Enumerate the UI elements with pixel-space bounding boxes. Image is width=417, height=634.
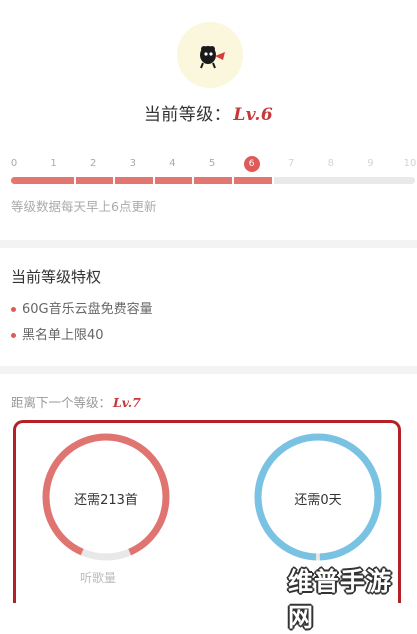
privilege-item: 60G音乐云盘免费容量 <box>11 298 153 317</box>
level-tick: 0 <box>10 158 18 169</box>
level-tick: 7 <box>288 158 295 169</box>
level-bar-segment-gap <box>192 177 195 184</box>
next-level-value: Lv.7 <box>113 395 141 410</box>
songs-remaining-text: 还需213首 <box>74 493 138 508</box>
bullet-icon <box>11 307 16 312</box>
songs-caption: 听歌量 <box>80 571 117 585</box>
privilege-heading: 当前等级特权 <box>11 268 102 286</box>
level-tick: 10 <box>403 158 417 169</box>
level-tick: 8 <box>327 158 334 169</box>
days-progress-ring: 还需0天 <box>248 427 388 567</box>
level-tick: 9 <box>367 158 374 169</box>
avatar-character-icon <box>200 46 225 69</box>
level-tick: 5 <box>208 158 216 169</box>
next-level-label: 距离下一个等级： <box>11 395 112 410</box>
current-level-title: 当前等级： Lv.6 <box>0 100 417 125</box>
level-progress-bar <box>11 177 415 184</box>
level-bar-segment-gap <box>232 177 234 184</box>
level-tick-current: 6 <box>243 156 260 172</box>
avatar <box>177 22 243 88</box>
bullet-icon <box>11 333 16 338</box>
songs-progress-ring: 还需213首 <box>36 427 176 567</box>
privilege-item-text: 黑名单上限40 <box>22 328 104 343</box>
level-tick: 4 <box>169 158 176 169</box>
level-bar-segment-gap <box>152 177 155 184</box>
watermark-logo: 维普手游网 <box>288 567 393 632</box>
days-remaining-text: 还需0天 <box>294 493 342 508</box>
level-bar-segment-gap <box>73 177 76 184</box>
level-tick: 2 <box>90 158 97 169</box>
level-progress-fill <box>11 177 274 184</box>
section-divider <box>0 240 417 248</box>
level-bar-segment-gap <box>271 177 274 184</box>
current-level-label: 当前等级： <box>143 105 232 125</box>
section-divider <box>0 366 417 374</box>
level-tick: 1 <box>50 158 57 169</box>
level-ticks: 0 1 2 3 4 5 6 7 8 9 10 <box>0 156 417 174</box>
privilege-item-text: 60G音乐云盘免费容量 <box>22 302 153 317</box>
privilege-item: 黑名单上限40 <box>11 324 104 343</box>
next-level-heading: 距离下一个等级： Lv.7 <box>11 392 141 411</box>
level-tick: 3 <box>129 158 136 169</box>
level-update-note: 等级数据每天早上6点更新 <box>11 199 157 214</box>
level-bar-segment-gap <box>113 177 116 184</box>
current-level-value: Lv.6 <box>233 105 274 125</box>
